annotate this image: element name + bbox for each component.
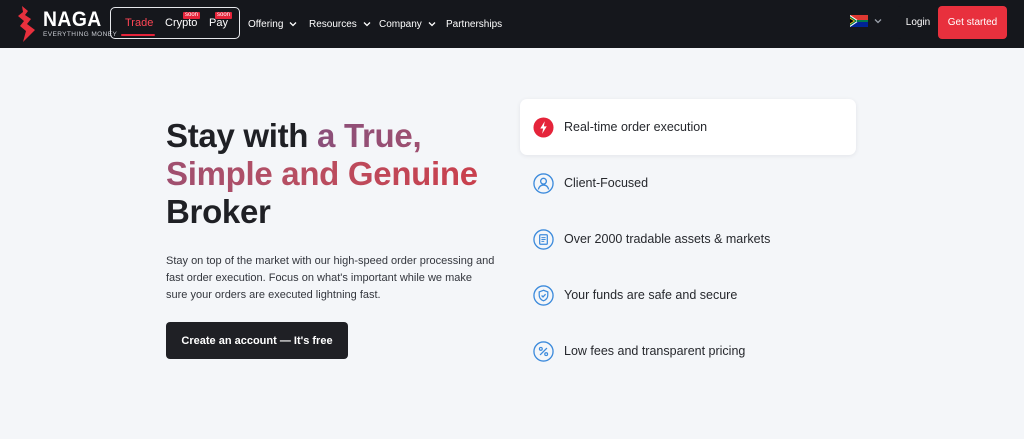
brand-name: NAGA [43, 8, 102, 32]
user-icon [533, 172, 554, 194]
hero-description: Stay on top of the market with our high-… [166, 255, 495, 301]
feature-item-real-time-execution[interactable]: Real-time order execution [520, 99, 856, 155]
nav-item-label: Partnerships [446, 18, 503, 30]
naga-logo[interactable]: NAGA EVERYTHING MONEY [16, 5, 117, 43]
feature-item-tradable-assets[interactable]: Over 2000 tradable assets & markets [520, 211, 856, 267]
switcher-tab-trade[interactable]: Trade [125, 17, 153, 29]
feature-item-low-fees[interactable]: Low fees and transparent pricing [520, 323, 856, 379]
feature-label: Over 2000 tradable assets & markets [564, 232, 771, 246]
feature-item-funds-safe[interactable]: Your funds are safe and secure [520, 267, 856, 323]
product-switcher: Trade Crypto soon Pay soon [110, 7, 240, 39]
naga-logo-mark-icon [18, 6, 35, 42]
hero-title: Stay with a True, Simple and Genuine Bro… [166, 117, 506, 231]
brand-tagline: EVERYTHING MONEY [43, 31, 118, 39]
active-tab-underline [121, 34, 155, 36]
feature-label: Client-Focused [564, 176, 649, 190]
nav-item-label: Offering [248, 18, 284, 30]
language-selector[interactable] [850, 15, 882, 27]
chevron-down-icon [363, 22, 371, 27]
soon-badge: soon [183, 12, 201, 19]
nav-item-partnerships[interactable]: Partnerships [446, 0, 502, 48]
hero-title-end: Broker [166, 193, 271, 230]
nav-item-label: Company [379, 18, 422, 30]
get-started-button[interactable]: Get started [938, 6, 1007, 39]
chevron-down-icon [874, 19, 882, 24]
south-africa-flag-icon [850, 15, 868, 27]
create-account-button[interactable]: Create an account — It's free [166, 322, 348, 359]
nav-item-label: Resources [309, 18, 357, 30]
top-navigation-bar: NAGA EVERYTHING MONEY Trade Crypto soon … [0, 0, 1024, 48]
feature-label: Real-time order execution [564, 120, 708, 134]
lightning-icon [533, 116, 554, 138]
chevron-down-icon [428, 22, 436, 27]
percent-icon [533, 340, 554, 362]
hero-title-start: Stay with [166, 117, 318, 154]
feature-label: Your funds are safe and secure [564, 288, 738, 302]
soon-badge: soon [215, 12, 233, 19]
login-button[interactable]: Login [897, 6, 939, 39]
feature-label: Low fees and transparent pricing [564, 344, 746, 358]
document-list-icon [533, 228, 554, 250]
nav-item-offering[interactable]: Offering [248, 0, 297, 48]
nav-item-resources[interactable]: Resources [309, 0, 371, 48]
chevron-down-icon [289, 22, 297, 27]
shield-check-icon [533, 284, 554, 306]
nav-item-company[interactable]: Company [379, 0, 436, 48]
feature-item-client-focused[interactable]: Client-Focused [520, 155, 856, 211]
